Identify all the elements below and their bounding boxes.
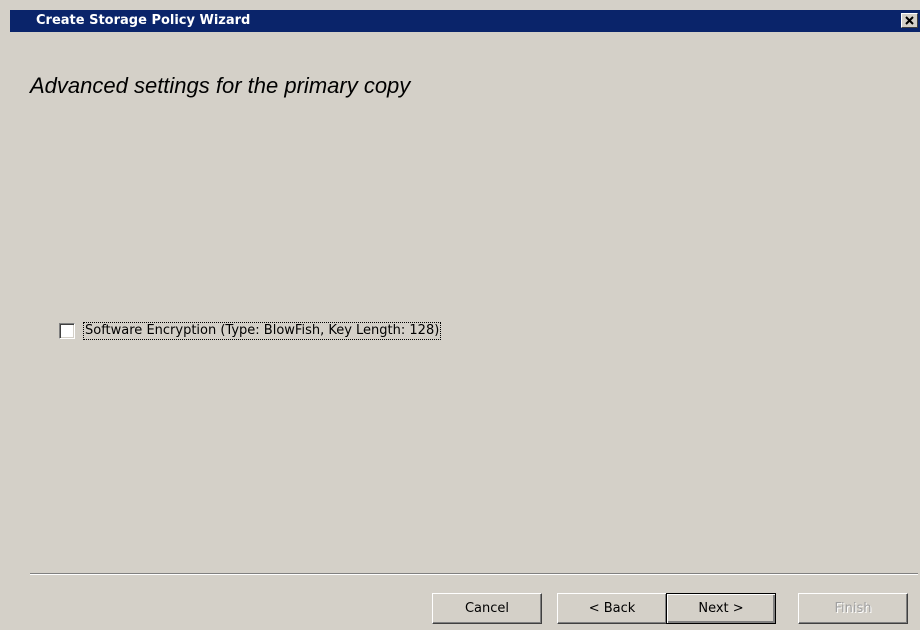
page-heading: Advanced settings for the primary copy xyxy=(30,73,411,98)
close-icon xyxy=(905,16,914,25)
footer-separator xyxy=(30,573,918,575)
software-encryption-checkbox[interactable] xyxy=(59,323,75,339)
wizard-window: Create Storage Policy Wizard Advanced se… xyxy=(0,0,920,630)
back-button[interactable]: < Back xyxy=(557,593,667,624)
close-button[interactable] xyxy=(901,13,918,28)
software-encryption-label[interactable]: Software Encryption (Type: BlowFish, Key… xyxy=(83,322,442,340)
window-title: Create Storage Policy Wizard xyxy=(36,13,251,28)
title-bar[interactable]: Create Storage Policy Wizard xyxy=(10,10,920,32)
next-button[interactable]: Next > xyxy=(666,593,776,624)
cancel-button[interactable]: Cancel xyxy=(432,593,542,624)
finish-button: Finish xyxy=(798,593,908,624)
